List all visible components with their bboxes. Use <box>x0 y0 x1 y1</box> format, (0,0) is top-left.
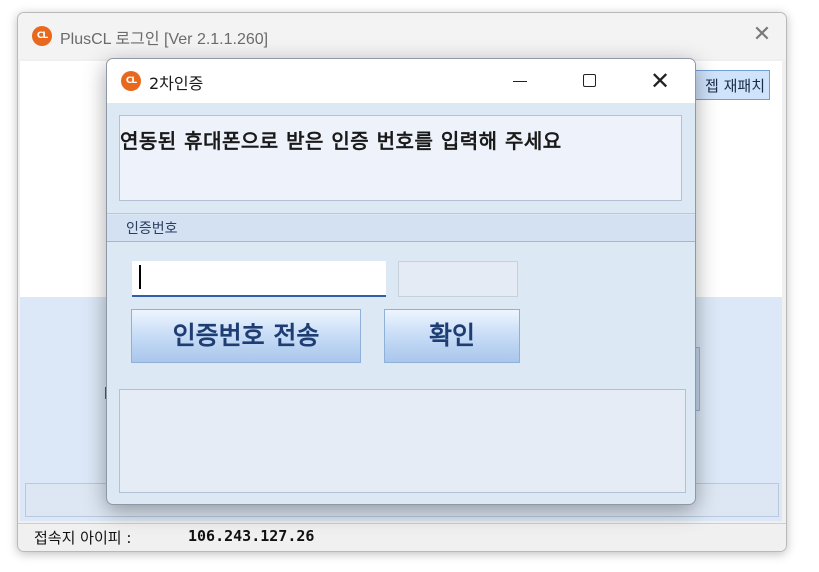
auth-code-secondary-field <box>398 261 518 297</box>
confirm-button[interactable]: 확인 <box>384 309 520 363</box>
close-icon[interactable]: ✕ <box>625 59 695 103</box>
section-label: 인증번호 <box>126 221 178 237</box>
login-window-title: PlusCL 로그인 [Ver 2.1.1.260] <box>60 31 269 48</box>
section-divider <box>107 213 695 214</box>
text-caret <box>139 265 141 289</box>
pluscl-logo-icon: CL <box>32 26 52 46</box>
auth-code-input[interactable] <box>132 261 386 297</box>
status-bar <box>18 523 786 551</box>
send-code-button[interactable]: 인증번호 전송 <box>131 309 361 363</box>
repatch-button[interactable]: 젭 재패치 <box>690 70 770 100</box>
minimize-icon[interactable] <box>485 59 555 103</box>
two-factor-dialog: CL 2차인증 ✕ 연동된 휴대폰으로 받은 인증 번호를 입력해 주세요 인증… <box>106 58 696 505</box>
ip-value: 106.243.127.26 <box>188 527 315 545</box>
section-header <box>107 215 695 242</box>
instruction-message: 연동된 휴대폰으로 받은 인증 번호를 입력해 주세요 <box>120 129 562 153</box>
maximize-icon[interactable] <box>555 59 625 103</box>
ip-label: 접속지 아이피 : <box>34 529 132 547</box>
result-box <box>119 389 686 493</box>
pluscl-logo-icon: CL <box>121 71 141 91</box>
dialog-title: 2차인증 <box>149 74 204 93</box>
close-icon[interactable]: ✕ <box>747 21 777 49</box>
